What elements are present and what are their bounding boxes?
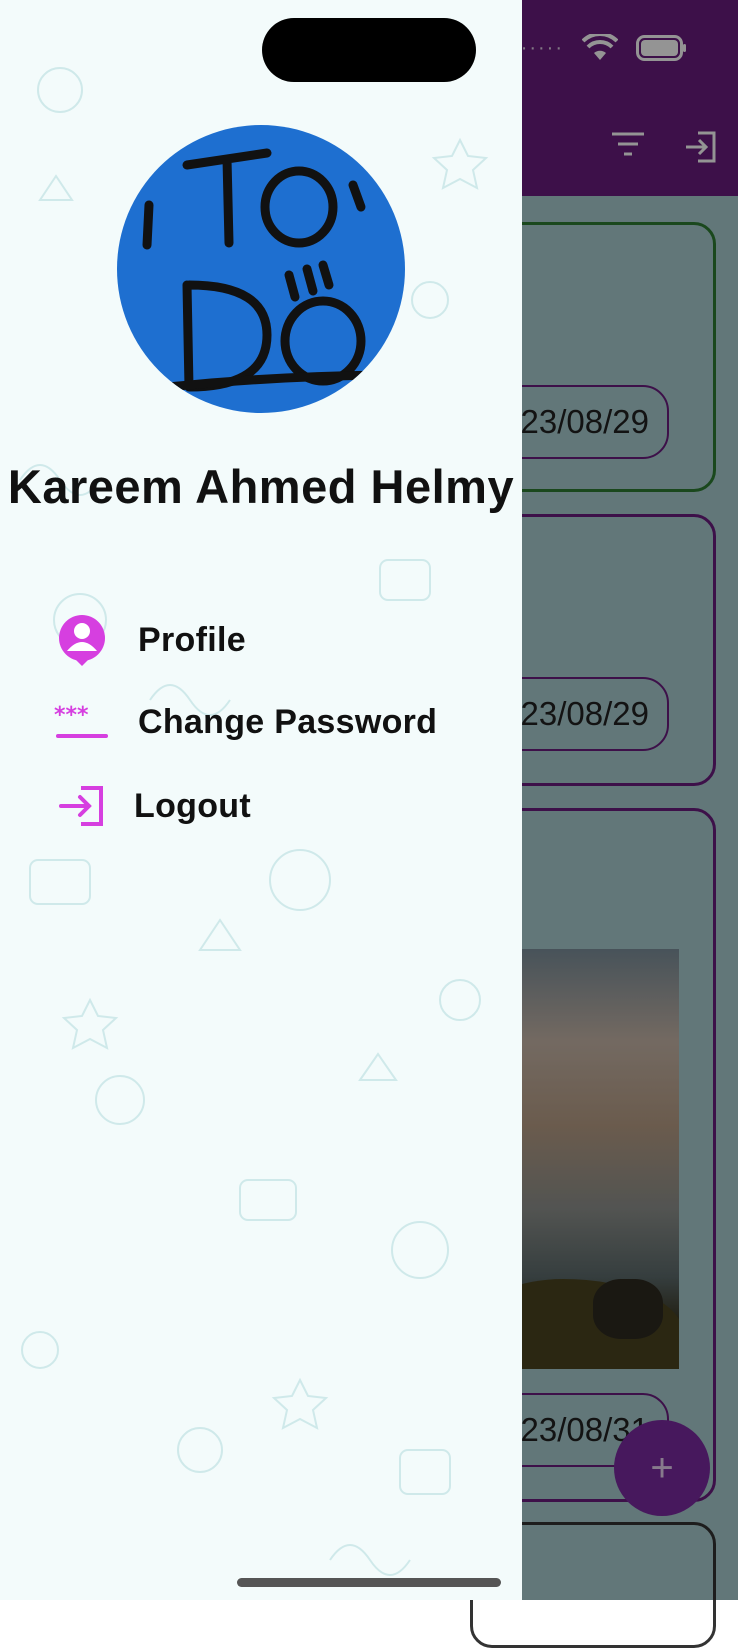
camera-notch <box>262 18 476 82</box>
menu-item-label: Profile <box>138 620 246 659</box>
home-indicator[interactable] <box>237 1578 501 1587</box>
menu-item-change-password[interactable]: *** Change Password <box>54 692 437 752</box>
menu-item-profile[interactable]: Profile <box>54 610 246 670</box>
user-name: Kareem Ahmed Helmy <box>7 460 515 513</box>
logout-icon <box>54 778 110 834</box>
menu-item-label: Logout <box>134 786 251 825</box>
menu-item-logout[interactable]: Logout <box>54 776 251 836</box>
menu-item-label: Change Password <box>138 702 438 741</box>
profile-icon <box>54 612 110 668</box>
svg-text:***: *** <box>54 704 89 728</box>
navigation-drawer: To Kareem Ahmed Helmy Profile *** Change… <box>0 0 522 1600</box>
avatar: To <box>117 125 405 413</box>
password-icon: *** <box>54 694 110 750</box>
